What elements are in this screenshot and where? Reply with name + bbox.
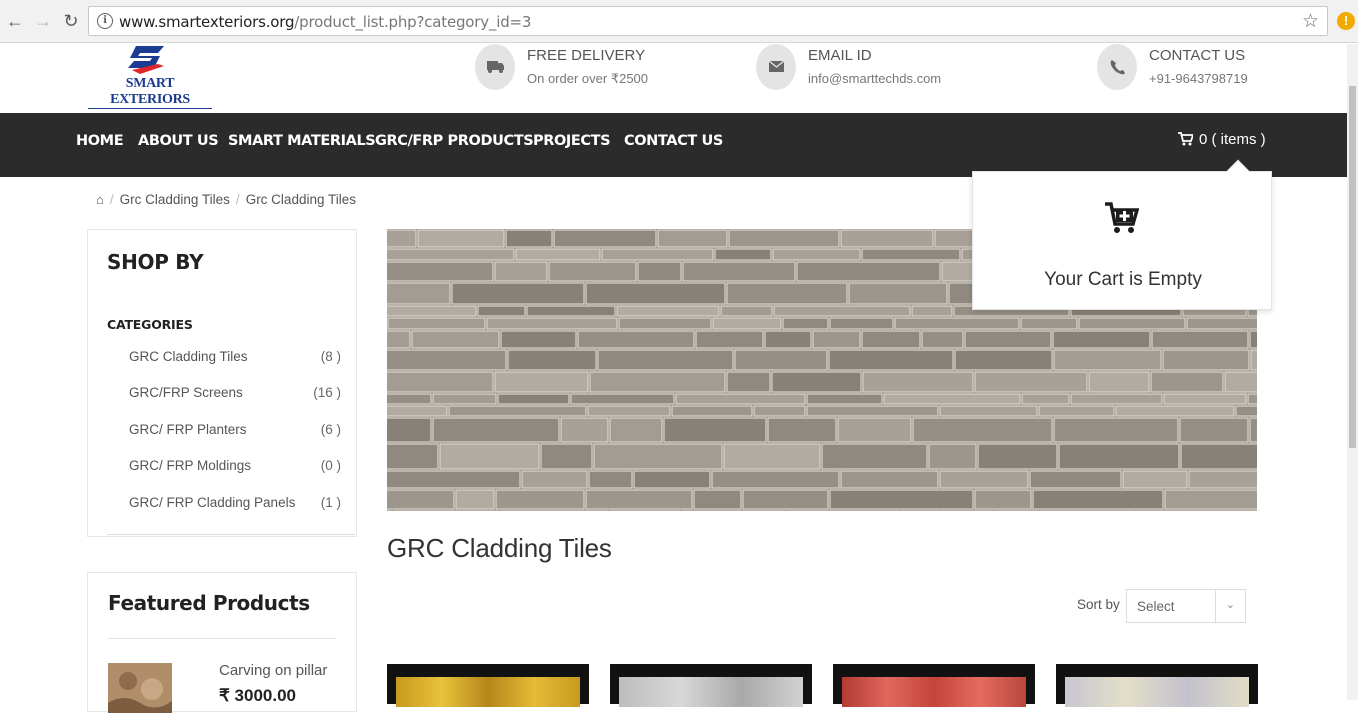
back-arrow-icon[interactable]: ←	[4, 10, 26, 32]
sort-select[interactable]: Select ⌄	[1126, 589, 1246, 623]
featured-title: Featured Products	[108, 591, 310, 615]
product-image	[619, 677, 803, 707]
product-card[interactable]	[610, 664, 812, 707]
bookmark-star-icon[interactable]: ☆	[1302, 10, 1319, 33]
cart-icon	[1178, 132, 1195, 146]
home-icon[interactable]: ⌂	[96, 192, 104, 207]
featured-product-name[interactable]: Carving on pillar	[219, 662, 327, 679]
phone-icon	[1097, 44, 1137, 90]
category-name: GRC/FRP Screens	[129, 385, 243, 400]
category-name: GRC Cladding Tiles	[129, 349, 248, 364]
category-item[interactable]: GRC/ FRP Moldings (0 )	[129, 458, 341, 478]
breadcrumb-item[interactable]: Grc Cladding Tiles	[120, 192, 230, 207]
product-card[interactable]	[1056, 664, 1258, 707]
divider	[108, 638, 336, 639]
category-item[interactable]: GRC/FRP Screens (16 )	[129, 385, 341, 405]
cart-dropdown: Your Cart is Empty	[972, 159, 1272, 310]
featured-product-price: ₹ 3000.00	[219, 686, 296, 705]
category-name: GRC/ FRP Planters	[129, 422, 247, 437]
category-count: (6 )	[320, 422, 341, 437]
nav-home[interactable]: HOME	[76, 133, 124, 149]
category-heading: GRC Cladding Tiles	[387, 533, 612, 563]
email-title: EMAIL ID	[808, 47, 872, 64]
nav-contact-us[interactable]: CONTACT US	[624, 133, 723, 149]
breadcrumb-separator: /	[235, 192, 240, 207]
contact-phone[interactable]: +91-9643798719	[1149, 71, 1248, 86]
contact-title: CONTACT US	[1149, 47, 1246, 64]
forward-arrow-icon[interactable]: →	[32, 10, 54, 32]
logo-s-mark-icon	[128, 46, 164, 74]
cart-count: 0 ( items )	[1199, 131, 1266, 148]
category-item[interactable]: GRC/ FRP Planters (6 )	[129, 422, 341, 442]
breadcrumb-item-current: Grc Cladding Tiles	[245, 192, 356, 207]
url-text: www.smartexteriors.org/product_list.php?…	[119, 13, 531, 31]
select-divider	[1215, 590, 1216, 622]
nav-smart-materials[interactable]: SMART MATERIALS	[228, 133, 376, 149]
category-item[interactable]: GRC/ FRP Cladding Panels (1 )	[129, 495, 341, 515]
envelope-icon	[756, 44, 796, 90]
categories-title: CATEGORIES	[107, 317, 193, 332]
chevron-down-icon: ⌄	[1225, 599, 1235, 611]
url-host: www.smartexteriors.org	[119, 13, 295, 31]
shop-by-title: SHOP BY	[107, 250, 204, 274]
sort-label: Sort by	[1077, 597, 1120, 612]
product-image	[1065, 677, 1249, 707]
nav-about-us[interactable]: ABOUT US	[138, 133, 219, 149]
scrollbar-thumb[interactable]	[1349, 86, 1356, 448]
product-image	[396, 677, 580, 707]
category-count: (1 )	[320, 495, 341, 510]
product-card[interactable]	[833, 664, 1035, 707]
divider	[107, 534, 355, 535]
product-card[interactable]	[387, 664, 589, 707]
cart-button[interactable]: 0 ( items )	[1178, 131, 1266, 148]
category-count: (16 )	[313, 385, 341, 400]
main-navigation: HOME ABOUT US SMART MATERIALS GRC/FRP PR…	[0, 113, 1358, 177]
shop-by-panel: SHOP BY CATEGORIES GRC Cladding Tiles (8 …	[87, 229, 357, 537]
address-bar[interactable]: i www.smartexteriors.org/product_list.ph…	[88, 6, 1328, 36]
info-icon[interactable]: i	[97, 13, 113, 29]
nav-grc-frp-products[interactable]: GRC/FRP PRODUCTS	[375, 133, 534, 149]
category-item[interactable]: GRC Cladding Tiles (8 )	[129, 349, 341, 369]
alert-icon[interactable]: !	[1337, 12, 1355, 30]
site-logo[interactable]: SMART EXTERIORS	[88, 44, 212, 109]
page-scrollbar[interactable]	[1347, 44, 1358, 700]
add-to-cart-icon	[1105, 202, 1139, 233]
product-image	[842, 677, 1026, 707]
category-name: GRC/ FRP Moldings	[129, 458, 252, 473]
logo-text: SMART EXTERIORS	[88, 76, 212, 109]
sort-selected-value: Select	[1137, 599, 1175, 614]
category-count: (8 )	[320, 349, 341, 364]
browser-toolbar: ← → ↻ i www.smartexteriors.org/product_l…	[0, 0, 1358, 43]
cart-empty-text: Your Cart is Empty	[1044, 269, 1202, 290]
url-path: /product_list.php?category_id=3	[294, 13, 532, 31]
featured-products-panel: Featured Products Carving on pillar ₹ 30…	[87, 572, 357, 713]
breadcrumb: ⌂ / Grc Cladding Tiles / Grc Cladding Tiles	[96, 192, 356, 207]
email-address[interactable]: info@smarttechds.com	[808, 71, 941, 86]
featured-product-thumbnail[interactable]	[108, 663, 172, 713]
breadcrumb-separator: /	[109, 192, 114, 207]
delivery-sub: On order over ₹2500	[527, 71, 649, 86]
category-name: GRC/ FRP Cladding Panels	[129, 495, 296, 510]
category-count: (0 )	[320, 458, 341, 473]
delivery-title: FREE DELIVERY	[527, 47, 646, 64]
nav-projects[interactable]: PROJECTS	[533, 133, 611, 149]
truck-icon	[475, 44, 515, 90]
reload-icon[interactable]: ↻	[60, 10, 82, 32]
